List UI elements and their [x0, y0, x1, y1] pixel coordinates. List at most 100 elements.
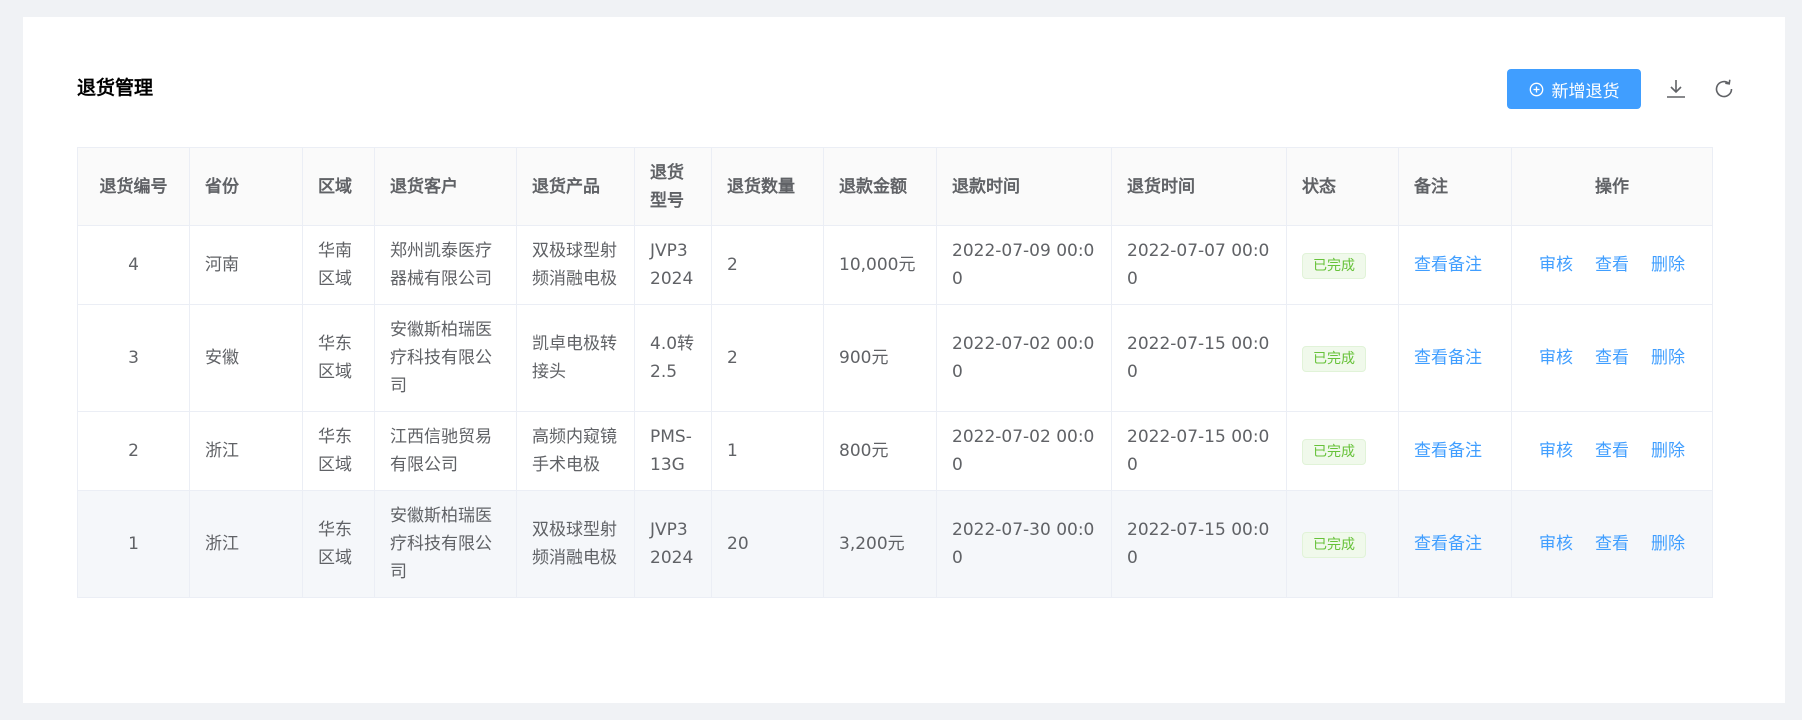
- cell-refund-time: 2022-07-02 00:00: [936, 304, 1112, 412]
- content-card: 退货管理 新增退货 退货编号 省份 区域 退货客户 退货产品 退货型号 退货数量…: [23, 17, 1785, 703]
- cell-return-time: 2022-07-15 00:00: [1111, 304, 1287, 412]
- cell-status: 已完成: [1286, 411, 1399, 491]
- cell-note: 查看备注: [1398, 490, 1512, 598]
- cell-status: 已完成: [1286, 304, 1399, 412]
- returns-table-wrapper: 退货编号 省份 区域 退货客户 退货产品 退货型号 退货数量 退款金额 退款时间…: [77, 147, 1713, 598]
- col-header-status: 状态: [1286, 147, 1399, 226]
- delete-button[interactable]: 删除: [1651, 348, 1685, 368]
- col-header-id: 退货编号: [77, 147, 190, 226]
- cell-id: 2: [77, 411, 190, 491]
- cell-refund-time: 2022-07-09 00:00: [936, 225, 1112, 305]
- col-header-return-time: 退货时间: [1111, 147, 1287, 226]
- add-return-label: 新增退货: [1551, 81, 1620, 102]
- view-button[interactable]: 查看: [1595, 348, 1629, 368]
- cell-return-time: 2022-07-07 00:00: [1111, 225, 1287, 305]
- cell-quantity: 1: [711, 411, 824, 491]
- add-return-button[interactable]: 新增退货: [1507, 69, 1641, 109]
- review-button[interactable]: 审核: [1539, 348, 1573, 368]
- table-header-row: 退货编号 省份 区域 退货客户 退货产品 退货型号 退货数量 退款金额 退款时间…: [77, 147, 1713, 226]
- review-button[interactable]: 审核: [1539, 255, 1573, 275]
- cell-province: 安徽: [189, 304, 303, 412]
- cell-refund-time: 2022-07-02 00:00: [936, 411, 1112, 491]
- cell-province: 浙江: [189, 411, 303, 491]
- returns-table: 退货编号 省份 区域 退货客户 退货产品 退货型号 退货数量 退款金额 退款时间…: [77, 147, 1713, 598]
- view-button[interactable]: 查看: [1595, 534, 1629, 554]
- cell-amount: 800元: [823, 411, 937, 491]
- cell-note: 查看备注: [1398, 225, 1512, 305]
- col-header-province: 省份: [189, 147, 303, 226]
- cell-province: 浙江: [189, 490, 303, 598]
- col-header-note: 备注: [1398, 147, 1512, 226]
- table-row: 3 安徽 华东区域 安徽斯柏瑞医疗科技有限公司 凯卓电极转接头 4.0转 2.5…: [77, 304, 1713, 412]
- cell-actions: 审核 查看 删除: [1511, 304, 1713, 412]
- cell-note: 查看备注: [1398, 304, 1512, 412]
- cell-id: 1: [77, 490, 190, 598]
- cell-return-time: 2022-07-15 00:00: [1111, 411, 1287, 491]
- cell-actions: 审核 查看 删除: [1511, 490, 1713, 598]
- cell-id: 4: [77, 225, 190, 305]
- download-icon[interactable]: [1663, 76, 1689, 102]
- view-note-link[interactable]: 查看备注: [1414, 441, 1482, 461]
- col-header-refund-time: 退款时间: [936, 147, 1112, 226]
- cell-note: 查看备注: [1398, 411, 1512, 491]
- toolbar: 新增退货: [1507, 69, 1737, 109]
- status-badge: 已完成: [1302, 253, 1366, 279]
- review-button[interactable]: 审核: [1539, 534, 1573, 554]
- cell-actions: 审核 查看 删除: [1511, 225, 1713, 305]
- cell-region: 华东区域: [302, 304, 375, 412]
- col-header-amount: 退款金额: [823, 147, 937, 226]
- cell-product: 双极球型射频消融电极: [516, 490, 635, 598]
- cell-customer: 郑州凯泰医疗器械有限公司: [374, 225, 517, 305]
- cell-region: 华南区域: [302, 225, 375, 305]
- status-badge: 已完成: [1302, 439, 1366, 465]
- cell-customer: 江西信驰贸易有限公司: [374, 411, 517, 491]
- delete-button[interactable]: 删除: [1651, 534, 1685, 554]
- cell-model: PMS-13G: [634, 411, 712, 491]
- view-button[interactable]: 查看: [1595, 441, 1629, 461]
- view-note-link[interactable]: 查看备注: [1414, 534, 1482, 554]
- cell-return-time: 2022-07-15 00:00: [1111, 490, 1287, 598]
- page-title: 退货管理: [77, 77, 154, 99]
- cell-model: JVP3 2024: [634, 490, 712, 598]
- view-note-link[interactable]: 查看备注: [1414, 348, 1482, 368]
- table-row: 4 河南 华南区域 郑州凯泰医疗器械有限公司 双极球型射频消融电极 JVP3 2…: [77, 225, 1713, 305]
- cell-region: 华东区域: [302, 411, 375, 491]
- table-row: 1 浙江 华东区域 安徽斯柏瑞医疗科技有限公司 双极球型射频消融电极 JVP3 …: [77, 490, 1713, 598]
- delete-button[interactable]: 删除: [1651, 255, 1685, 275]
- view-button[interactable]: 查看: [1595, 255, 1629, 275]
- cell-id: 3: [77, 304, 190, 412]
- status-badge: 已完成: [1302, 346, 1366, 372]
- col-header-model: 退货型号: [634, 147, 712, 226]
- cell-product: 凯卓电极转接头: [516, 304, 635, 412]
- col-header-product: 退货产品: [516, 147, 635, 226]
- refresh-icon[interactable]: [1711, 76, 1737, 102]
- cell-quantity: 2: [711, 304, 824, 412]
- view-note-link[interactable]: 查看备注: [1414, 255, 1482, 275]
- cell-status: 已完成: [1286, 490, 1399, 598]
- plus-circle-icon: [1529, 82, 1544, 97]
- cell-model: JVP3 2024: [634, 225, 712, 305]
- col-header-region: 区域: [302, 147, 375, 226]
- cell-status: 已完成: [1286, 225, 1399, 305]
- delete-button[interactable]: 删除: [1651, 441, 1685, 461]
- cell-quantity: 20: [711, 490, 824, 598]
- cell-model: 4.0转 2.5: [634, 304, 712, 412]
- cell-product: 高频内窥镜手术电极: [516, 411, 635, 491]
- col-header-customer: 退货客户: [374, 147, 517, 226]
- cell-quantity: 2: [711, 225, 824, 305]
- status-badge: 已完成: [1302, 532, 1366, 558]
- cell-amount: 900元: [823, 304, 937, 412]
- cell-customer: 安徽斯柏瑞医疗科技有限公司: [374, 490, 517, 598]
- cell-region: 华东区域: [302, 490, 375, 598]
- cell-refund-time: 2022-07-30 00:00: [936, 490, 1112, 598]
- cell-customer: 安徽斯柏瑞医疗科技有限公司: [374, 304, 517, 412]
- cell-amount: 10,000元: [823, 225, 937, 305]
- cell-actions: 审核 查看 删除: [1511, 411, 1713, 491]
- col-header-quantity: 退货数量: [711, 147, 824, 226]
- cell-amount: 3,200元: [823, 490, 937, 598]
- col-header-actions: 操作: [1511, 147, 1713, 226]
- cell-product: 双极球型射频消融电极: [516, 225, 635, 305]
- table-row: 2 浙江 华东区域 江西信驰贸易有限公司 高频内窥镜手术电极 PMS-13G 1…: [77, 411, 1713, 491]
- cell-province: 河南: [189, 225, 303, 305]
- review-button[interactable]: 审核: [1539, 441, 1573, 461]
